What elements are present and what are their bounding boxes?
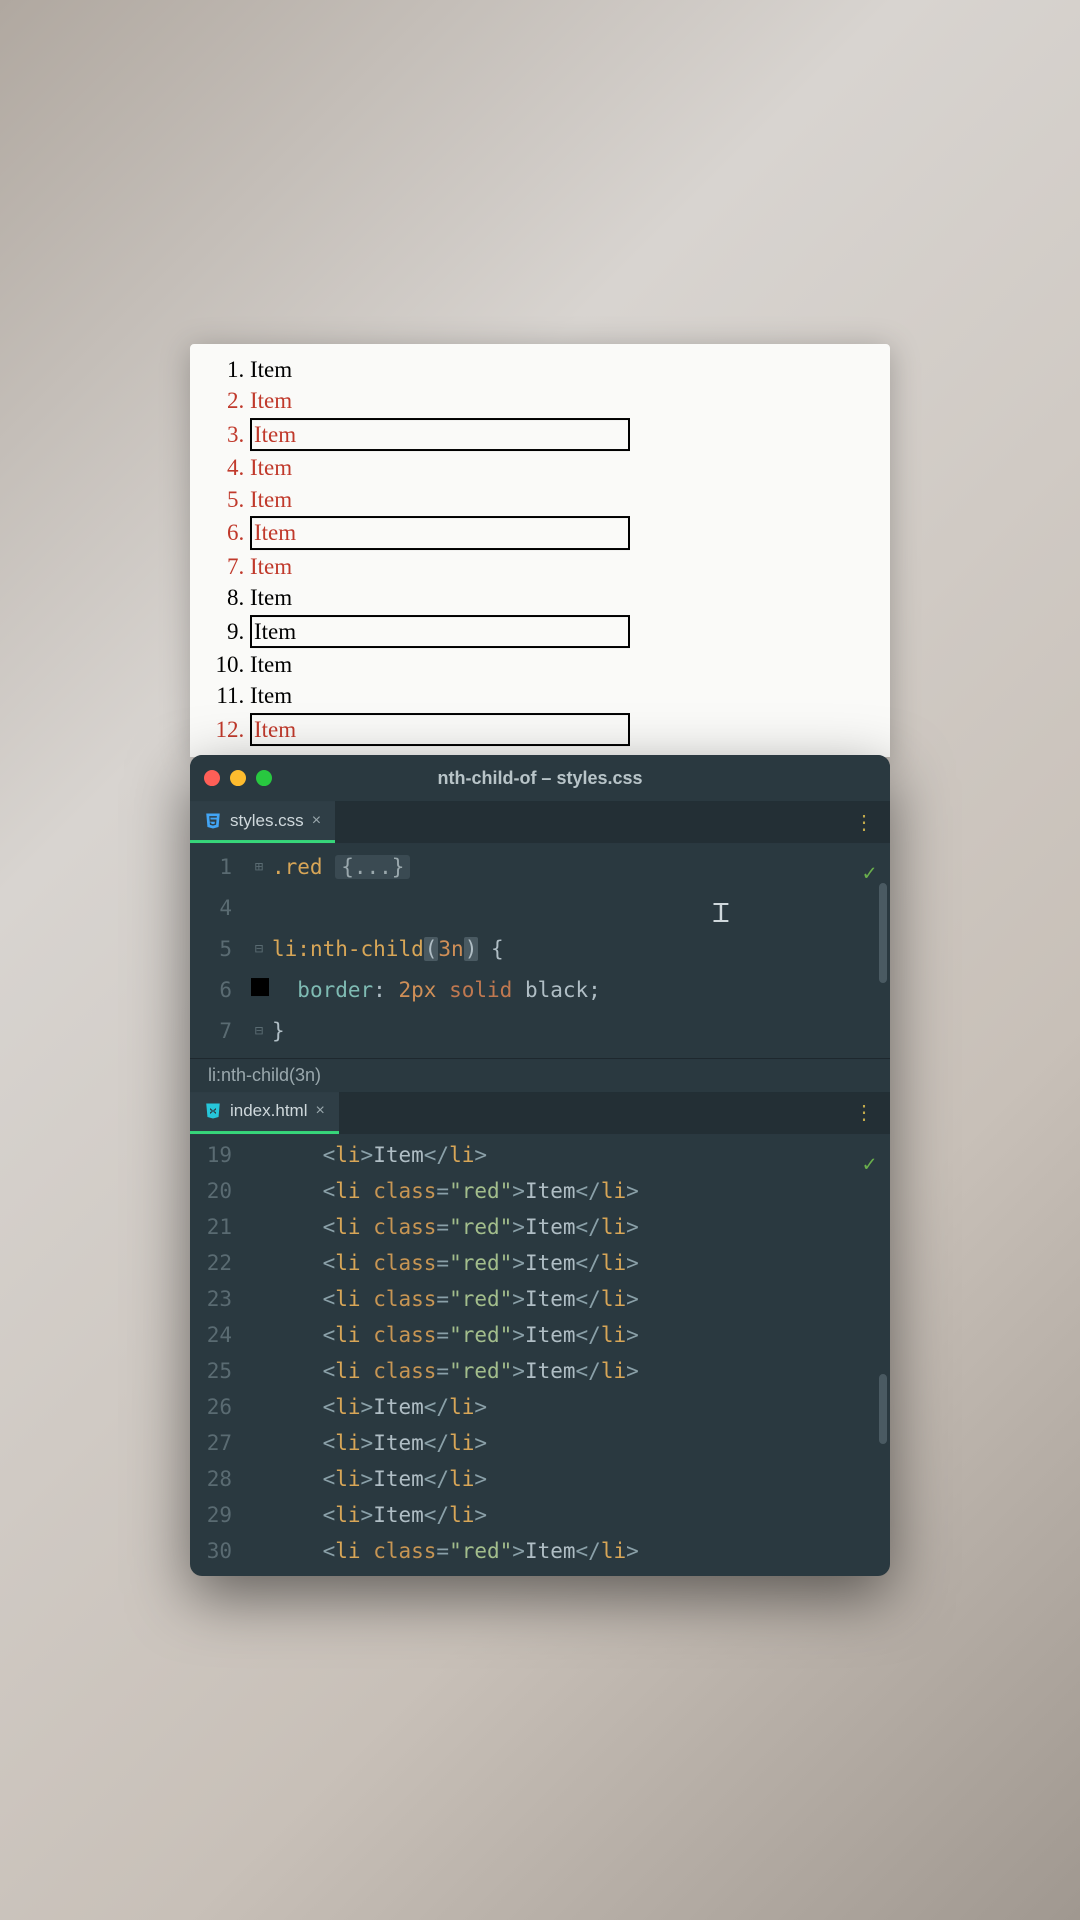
more-menu-icon[interactable]: ⋮ xyxy=(854,810,876,835)
line-number: 23 xyxy=(190,1282,246,1318)
line-number: 29 xyxy=(190,1498,246,1534)
titlebar: nth-child-of – styles.css xyxy=(190,755,890,801)
tab-styles-css[interactable]: styles.css × xyxy=(190,801,335,843)
close-tab-icon[interactable]: × xyxy=(315,1102,324,1120)
item-list: ItemItemItemItemItemItemItemItemItemItem… xyxy=(208,354,872,747)
traffic-lights xyxy=(204,770,272,786)
css-editor[interactable]: ✓ Ꮖ 1 ⊞ .red {...} 4 5 ⊟ li:nth-child(3n… xyxy=(190,843,890,1058)
line-number: 24 xyxy=(190,1318,246,1354)
line-number: 1 xyxy=(190,847,246,888)
fold-icon[interactable]: ⊟ xyxy=(246,936,272,963)
line-number: 22 xyxy=(190,1246,246,1282)
list-item: Item xyxy=(250,649,872,680)
css-tabbar: styles.css × ⋮ xyxy=(190,801,890,843)
list-item: Item xyxy=(250,582,872,613)
line-number: 4 xyxy=(190,888,246,929)
list-item: Item xyxy=(250,452,872,483)
line-number: 26 xyxy=(190,1390,246,1426)
minimize-window-button[interactable] xyxy=(230,770,246,786)
line-number: 21 xyxy=(190,1210,246,1246)
line-number: 30 xyxy=(190,1534,246,1570)
window-title: nth-child-of – styles.css xyxy=(190,768,890,789)
more-menu-icon[interactable]: ⋮ xyxy=(854,1100,876,1125)
line-number: 7 xyxy=(190,1011,246,1052)
browser-preview: ItemItemItemItemItemItemItemItemItemItem… xyxy=(190,344,890,757)
tab-label: index.html xyxy=(230,1101,307,1121)
line-number: 5 xyxy=(190,929,246,970)
line-number: 6 xyxy=(190,970,246,1011)
list-item: Item xyxy=(250,680,872,711)
css-file-icon xyxy=(204,812,222,830)
list-item: Item xyxy=(250,614,872,649)
tab-index-html[interactable]: index.html × xyxy=(190,1092,339,1134)
list-item: Item xyxy=(250,484,872,515)
list-item: Item xyxy=(250,515,872,550)
tab-label: styles.css xyxy=(230,811,304,831)
close-window-button[interactable] xyxy=(204,770,220,786)
html-editor[interactable]: ✓ 19 <li>Item</li>20 <li class="red">Ite… xyxy=(190,1134,890,1576)
fold-close-icon: ⊟ xyxy=(246,1018,272,1045)
line-number: 20 xyxy=(190,1174,246,1210)
editor-window: nth-child-of – styles.css styles.css × ⋮… xyxy=(190,755,890,1576)
html-file-icon xyxy=(204,1102,222,1120)
line-number: 27 xyxy=(190,1426,246,1462)
close-tab-icon[interactable]: × xyxy=(312,812,321,830)
maximize-window-button[interactable] xyxy=(256,770,272,786)
line-number: 28 xyxy=(190,1462,246,1498)
breadcrumb[interactable]: li:nth-child(3n) xyxy=(190,1058,890,1092)
line-number: 19 xyxy=(190,1138,246,1174)
color-swatch-icon xyxy=(251,978,269,996)
list-item: Item xyxy=(250,354,872,385)
line-number: 25 xyxy=(190,1354,246,1390)
list-item: Item xyxy=(250,385,872,416)
scrollbar[interactable] xyxy=(879,883,887,983)
html-tabbar: index.html × ⋮ xyxy=(190,1092,890,1134)
list-item: Item xyxy=(250,712,872,747)
list-item: Item xyxy=(250,551,872,582)
fold-icon[interactable]: ⊞ xyxy=(246,854,272,881)
list-item: Item xyxy=(250,417,872,452)
